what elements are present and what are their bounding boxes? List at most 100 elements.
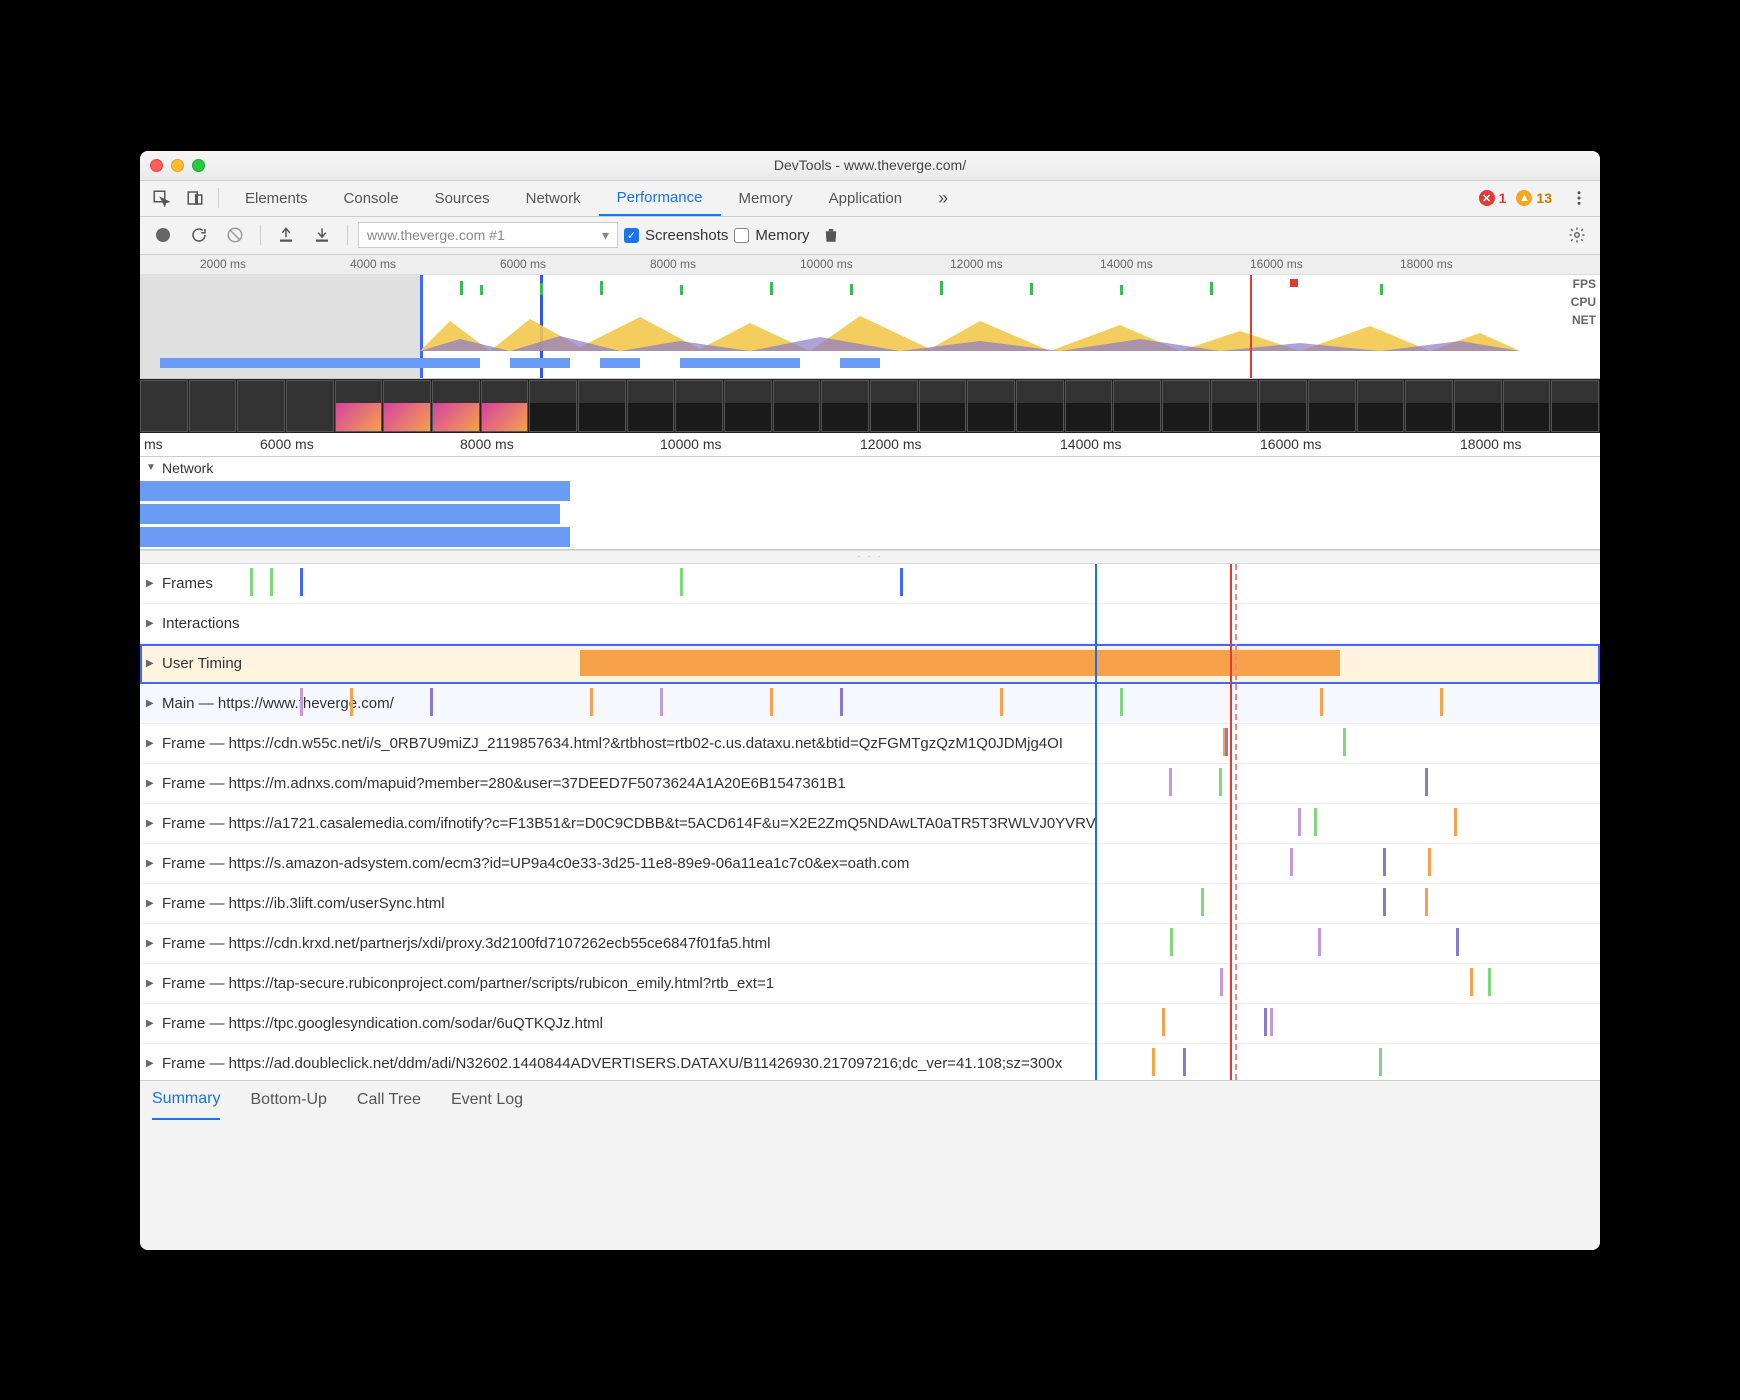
- overview-ruler[interactable]: 2000 ms 4000 ms 6000 ms 8000 ms 10000 ms…: [140, 255, 1600, 275]
- ruler-tick: 2000 ms: [200, 257, 246, 271]
- memory-label: Memory: [755, 227, 809, 244]
- filmstrip-thumb[interactable]: [1551, 380, 1599, 432]
- tab-summary[interactable]: Summary: [152, 1081, 220, 1120]
- reload-button[interactable]: [184, 221, 214, 249]
- filmstrip-thumb[interactable]: [724, 380, 772, 432]
- tab-bottom-up[interactable]: Bottom-Up: [250, 1081, 326, 1120]
- panel-tabs-row: Elements Console Sources Network Perform…: [140, 181, 1600, 217]
- filmstrip-thumb[interactable]: [335, 380, 383, 432]
- save-profile-icon[interactable]: [307, 221, 337, 249]
- clear-button[interactable]: [220, 221, 250, 249]
- tab-event-log[interactable]: Event Log: [451, 1081, 523, 1120]
- overview-lane-labels: FPS CPU NET: [1571, 277, 1596, 327]
- filmstrip-thumb[interactable]: [140, 380, 188, 432]
- filmstrip-thumb[interactable]: [1016, 380, 1064, 432]
- filmstrip-thumb[interactable]: [675, 380, 723, 432]
- filmstrip-thumb[interactable]: [1065, 380, 1113, 432]
- triangle-right-icon: ▶: [146, 618, 158, 629]
- filmstrip-thumb[interactable]: [189, 380, 237, 432]
- inspect-icon[interactable]: [146, 184, 176, 212]
- warning-icon: ▲: [1516, 190, 1532, 206]
- network-bars[interactable]: [140, 479, 1600, 549]
- kebab-menu-icon[interactable]: [1564, 184, 1594, 212]
- overview-body[interactable]: [140, 275, 1560, 378]
- main-row[interactable]: ▶Main — https://www.theverge.com/: [140, 684, 1600, 724]
- filmstrip-thumb[interactable]: [1503, 380, 1551, 432]
- ruler-tick: 18000 ms: [1460, 436, 1521, 452]
- load-profile-icon[interactable]: [271, 221, 301, 249]
- frame-row[interactable]: ▶Frame — https://cdn.krxd.net/partnerjs/…: [140, 924, 1600, 964]
- tab-call-tree[interactable]: Call Tree: [357, 1081, 421, 1120]
- frame-row[interactable]: ▶Frame — https://cdn.w55c.net/i/s_0RB7U9…: [140, 724, 1600, 764]
- screenshots-checkbox[interactable]: ✓ Screenshots: [624, 227, 728, 244]
- network-track: ▼ Network: [140, 457, 1600, 550]
- filmstrip-thumb[interactable]: [432, 380, 480, 432]
- filmstrip-thumb[interactable]: [286, 380, 334, 432]
- filmstrip-thumb[interactable]: [919, 380, 967, 432]
- frame-row[interactable]: ▶Frame — https://a1721.casalemedia.com/i…: [140, 804, 1600, 844]
- tab-network[interactable]: Network: [508, 181, 599, 216]
- filmstrip-thumb[interactable]: [1454, 380, 1502, 432]
- frame-row[interactable]: ▶Frame — https://tap-secure.rubiconproje…: [140, 964, 1600, 1004]
- filmstrip-thumb[interactable]: [1162, 380, 1210, 432]
- filmstrip-thumb[interactable]: [1259, 380, 1307, 432]
- filmstrip-thumb[interactable]: [1308, 380, 1356, 432]
- frame-row[interactable]: ▶Frame — https://ad.doubleclick.net/ddm/…: [140, 1044, 1600, 1080]
- filmstrip-thumb[interactable]: [1211, 380, 1259, 432]
- tab-performance[interactable]: Performance: [599, 181, 721, 216]
- tab-console[interactable]: Console: [326, 181, 417, 216]
- filmstrip-thumb[interactable]: [237, 380, 285, 432]
- device-toggle-icon[interactable]: [180, 184, 210, 212]
- frame-row[interactable]: ▶Frame — https://s.amazon-adsystem.com/e…: [140, 844, 1600, 884]
- filmstrip-thumb[interactable]: [529, 380, 577, 432]
- overview-timeline[interactable]: 2000 ms 4000 ms 6000 ms 8000 ms 10000 ms…: [140, 255, 1600, 379]
- tab-memory[interactable]: Memory: [721, 181, 811, 216]
- frame-row[interactable]: ▶Frame — https://m.adnxs.com/mapuid?memb…: [140, 764, 1600, 804]
- resizer-handle[interactable]: · · ·: [140, 550, 1600, 564]
- titlebar[interactable]: DevTools - www.theverge.com/: [140, 151, 1600, 181]
- recording-select[interactable]: www.theverge.com #1 ▾: [358, 222, 618, 248]
- ruler-tick: 14000 ms: [1100, 257, 1153, 271]
- frame-row[interactable]: ▶Frame — https://tpc.googlesyndication.c…: [140, 1004, 1600, 1044]
- filmstrip-thumb[interactable]: [481, 380, 529, 432]
- filmstrip-thumb[interactable]: [578, 380, 626, 432]
- filmstrip-thumb[interactable]: [967, 380, 1015, 432]
- error-indicator[interactable]: ✕ 1 ▲ 13: [1479, 190, 1552, 206]
- frame-row[interactable]: ▶Frame — https://ib.3lift.com/userSync.h…: [140, 884, 1600, 924]
- user-timing-bar[interactable]: [580, 650, 1340, 676]
- screenshots-filmstrip[interactable]: /*generated below via loop template*/: [140, 379, 1600, 433]
- playhead-cursor[interactable]: [1095, 564, 1097, 1080]
- checkbox-unchecked-icon: [734, 228, 749, 243]
- filmstrip-thumb[interactable]: [870, 380, 918, 432]
- filmstrip-thumb[interactable]: [383, 380, 431, 432]
- ruler-tick: 16000 ms: [1260, 436, 1321, 452]
- user-timing-label: User Timing: [162, 655, 242, 672]
- panel-tabs: Elements Console Sources Network Perform…: [227, 181, 966, 216]
- triangle-down-icon: ▼: [146, 462, 158, 473]
- interactions-row[interactable]: ▶Interactions: [140, 604, 1600, 644]
- error-count: 1: [1499, 190, 1507, 206]
- ruler-tick: 12000 ms: [950, 257, 1003, 271]
- filmstrip-thumb[interactable]: [1405, 380, 1453, 432]
- settings-gear-icon[interactable]: [1562, 221, 1592, 249]
- tab-sources[interactable]: Sources: [417, 181, 508, 216]
- cpu-lane-label: CPU: [1571, 295, 1596, 309]
- garbage-collect-icon[interactable]: [816, 221, 846, 249]
- checkbox-checked-icon: ✓: [624, 228, 639, 243]
- filmstrip-thumb[interactable]: [773, 380, 821, 432]
- detail-ruler[interactable]: ms 6000 ms 8000 ms 10000 ms 12000 ms 140…: [140, 433, 1600, 457]
- ruler-tick: 8000 ms: [460, 436, 514, 452]
- record-button[interactable]: [148, 221, 178, 249]
- frames-row[interactable]: ▶Frames: [140, 564, 1600, 604]
- user-timing-row[interactable]: ▶User Timing: [140, 644, 1600, 684]
- tab-overflow[interactable]: »: [920, 181, 966, 216]
- memory-checkbox[interactable]: Memory: [734, 227, 809, 244]
- filmstrip-thumb[interactable]: [1357, 380, 1405, 432]
- filmstrip-thumb[interactable]: [1113, 380, 1161, 432]
- filmstrip-thumb[interactable]: [627, 380, 675, 432]
- flame-chart[interactable]: ▶Frames ▶Interactions ▶User Timing ▶Main…: [140, 564, 1600, 1080]
- tab-application[interactable]: Application: [811, 181, 920, 216]
- tab-elements[interactable]: Elements: [227, 181, 326, 216]
- filmstrip-thumb[interactable]: [821, 380, 869, 432]
- network-section-header[interactable]: ▼ Network: [140, 457, 1600, 479]
